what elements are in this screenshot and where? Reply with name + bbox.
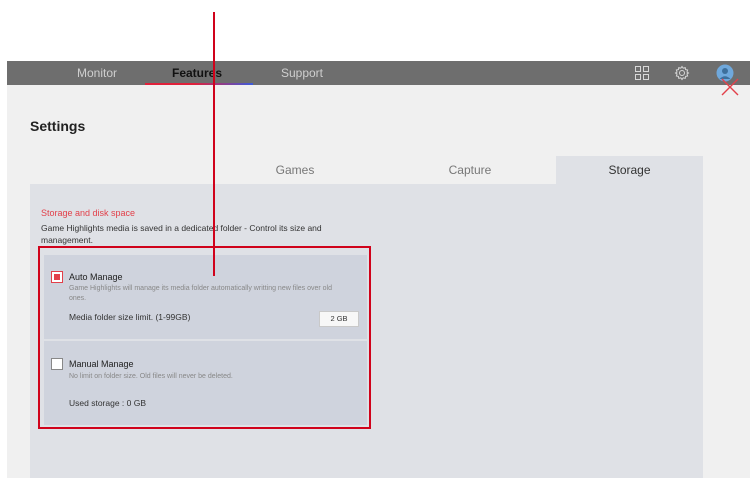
tab-games[interactable]: Games [205,156,385,184]
tab-features[interactable]: Features [157,61,237,85]
section-description: Game Highlights media is saved in a dedi… [41,223,322,245]
close-icon[interactable] [719,76,741,98]
tab-storage[interactable]: Storage [556,156,703,184]
grid-icon[interactable] [634,65,650,81]
gear-icon[interactable] [674,65,690,81]
annotation-pointer-line [213,12,215,276]
annotation-highlight-box [38,246,371,429]
tab-monitor[interactable]: Monitor [62,61,132,85]
top-nav-bar: Monitor Features Support [7,61,750,85]
page-title: Settings [30,118,86,134]
settings-tabs: Games Capture Storage [30,156,703,184]
tab-support[interactable]: Support [267,61,337,85]
tab-capture[interactable]: Capture [385,156,555,184]
section-title: Storage and disk space [41,208,136,218]
